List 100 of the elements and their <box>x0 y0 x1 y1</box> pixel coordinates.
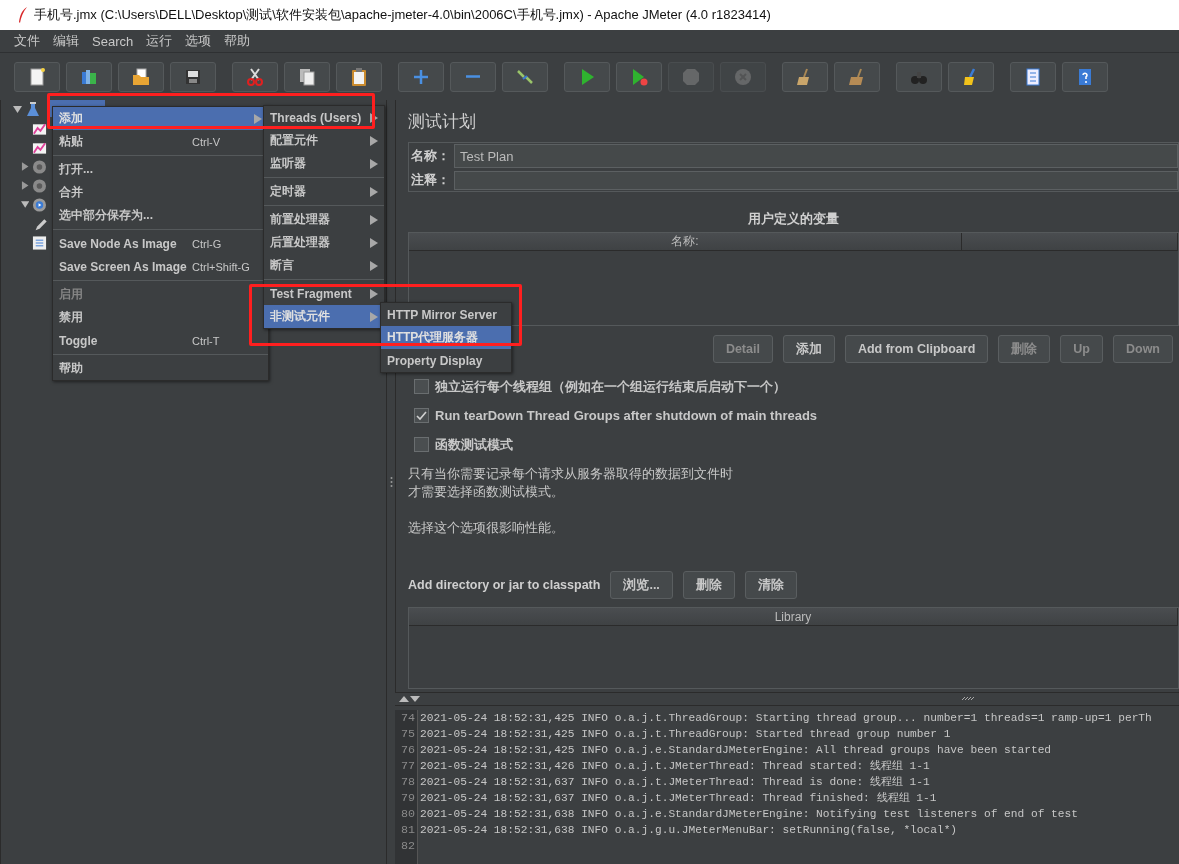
line-number: 79 <box>400 790 415 806</box>
log-line: 2021-05-24 18:52:31,425 INFO o.a.j.t.ThreadGroup: Starting thread group... number=1 threads=1 ramp-up=1 perTh <box>420 711 1153 726</box>
toolbar-button[interactable] <box>66 61 112 92</box>
action-button[interactable]: 浏览... <box>610 571 673 599</box>
menu-item[interactable]: HTTP代理服务器 <box>381 326 511 349</box>
shortcut-label: Ctrl+Shift-G <box>192 260 250 273</box>
field-label: 名称： <box>411 147 450 166</box>
toolbar-button[interactable] <box>284 61 330 92</box>
toolbar-button[interactable] <box>1010 61 1056 92</box>
checkbox-label: 独立运行每个线程组（例如在一个组运行结束后启动下一个） <box>435 377 786 396</box>
submenu-arrow-icon <box>370 312 378 322</box>
clipboard-icon <box>349 66 369 87</box>
action-button[interactable]: 清除 <box>744 571 797 599</box>
log-line: 2021-05-24 18:52:31,638 INFO o.a.j.e.StandardJMeterEngine: Notifying test listeners of end of test <box>420 807 1079 822</box>
menu-bar-item[interactable]: Search <box>86 33 140 49</box>
toolbar-button[interactable] <box>948 61 994 92</box>
menu-bar-item[interactable]: 运行 <box>140 32 179 50</box>
menu-item[interactable]: 定时器 <box>264 180 384 203</box>
log-line: 2021-05-24 18:52:31,637 INFO o.a.j.t.JMeterThread: Thread finished: 线程组 1-1 <box>420 791 938 806</box>
collapse-arrows-icon[interactable] <box>399 695 421 703</box>
folder-icon <box>131 66 151 87</box>
menu-item[interactable]: 后置处理器 <box>264 231 384 254</box>
submenu-arrow-icon <box>370 159 378 169</box>
toolbar-button[interactable] <box>118 61 164 92</box>
submenu-arrow-icon <box>370 113 378 123</box>
submenu-arrow-icon <box>370 238 378 248</box>
log-line: 2021-05-24 18:52:31,637 INFO o.a.j.t.JMeterThread: Thread is done: 线程组 1-1 <box>420 775 931 790</box>
column-header[interactable]: Library <box>409 608 1178 625</box>
line-number: 74 <box>400 710 415 726</box>
expand-triangle-icon[interactable] <box>20 181 30 190</box>
submenu-arrow-icon <box>370 261 378 271</box>
toolbar-button[interactable] <box>336 61 382 92</box>
menu-item[interactable]: 前置处理器 <box>264 208 384 231</box>
line-number: 80 <box>400 806 415 822</box>
scissors-icon <box>245 66 265 87</box>
divider-grip-icon[interactable] <box>961 696 975 701</box>
gear-icon <box>32 196 47 213</box>
toolbar-button[interactable] <box>232 61 278 92</box>
minus-icon <box>466 75 480 78</box>
line-number: 78 <box>400 774 415 790</box>
menu-item[interactable]: HTTP Mirror Server <box>381 303 511 326</box>
classpath-label: Add directory or jar to classpath <box>408 578 601 592</box>
toolbar-button[interactable] <box>782 61 828 92</box>
toolbar-button[interactable] <box>502 61 548 92</box>
checkbox-label: Run tearDown Thread Groups after shutdown of main threads <box>435 408 818 423</box>
gear-icon <box>32 158 47 175</box>
menu-item[interactable]: Test Fragment <box>264 282 384 305</box>
line-number: 77 <box>400 758 415 774</box>
submenu-arrow-icon <box>370 289 378 299</box>
checkbox[interactable] <box>414 437 429 452</box>
toolbar-button[interactable] <box>170 61 216 92</box>
document-icon <box>27 66 47 87</box>
help-text: 选择这个选项很影响性能。 <box>408 520 565 537</box>
shortcut-label: Ctrl-T <box>192 334 220 347</box>
table-icon <box>32 234 47 251</box>
flask-icon <box>25 101 41 118</box>
menu-item[interactable]: 帮助 <box>53 357 268 380</box>
menu-bar-item[interactable]: 帮助 <box>218 32 257 50</box>
line-number: 82 <box>400 838 415 854</box>
field-label: 注释： <box>411 171 450 190</box>
section-title: 用户定义的变量 <box>747 210 840 228</box>
action-button[interactable]: 添加 <box>782 335 835 363</box>
toolbar-button[interactable] <box>14 61 60 92</box>
menu-bar-item[interactable]: 编辑 <box>47 32 85 50</box>
log-line: 2021-05-24 18:52:31,638 INFO o.a.j.g.u.JMeterMenuBar: setRunning(false, *local*) <box>420 823 959 838</box>
line-number: 81 <box>400 822 415 838</box>
collapse-triangle-icon[interactable] <box>20 200 30 209</box>
window-title: 手机号.jmx (C:\Users\DELL\Desktop\测试\软件安装包\apache-jmeter-4.0\bin\2006C\手机号.jmx) - Apache JMeter (4.0 r1823414) <box>34 6 771 24</box>
help-text: 才需要选择函数测试模式。 <box>408 484 565 501</box>
menu-item[interactable]: Toggle Ctrl-T <box>53 329 268 352</box>
line-number: 75 <box>400 726 415 742</box>
feather-icon <box>18 7 28 23</box>
help-text: 只有当你需要记录每个请求从服务器取得的数据到文件时 <box>408 466 734 483</box>
checkbox[interactable] <box>414 408 429 423</box>
line-number: 76 <box>400 742 415 758</box>
menu-item[interactable]: 断言 <box>264 254 384 277</box>
action-button[interactable]: 删除 <box>682 571 735 599</box>
menu-item[interactable]: 监听器 <box>264 152 384 175</box>
action-button[interactable]: Add from Clipboard <box>844 335 989 363</box>
expand-triangle-icon[interactable] <box>20 162 30 171</box>
list-icon <box>1023 66 1043 87</box>
menu-item[interactable]: Property Display <box>381 349 511 372</box>
stop-sign-icon <box>681 66 701 87</box>
name-field[interactable]: Test Plan <box>454 144 1178 169</box>
splitter-grip-icon[interactable] <box>389 476 393 488</box>
submenu-arrow-icon <box>370 215 378 225</box>
log-line: 2021-05-24 18:52:31,426 INFO o.a.j.t.JMeterThread: Thread started: 线程组 1-1 <box>420 759 931 774</box>
submenu-arrow-icon <box>254 114 262 124</box>
checkbox[interactable] <box>414 379 429 394</box>
menu-item[interactable]: 配置元件 <box>264 129 384 152</box>
log-line: 2021-05-24 18:52:31,425 INFO o.a.j.t.ThreadGroup: Started thread group number 1 <box>420 727 952 742</box>
comment-field[interactable] <box>454 170 1178 190</box>
checkbox-label: 函数测试模式 <box>435 435 513 454</box>
collapse-triangle-icon[interactable] <box>13 105 22 114</box>
gear-icon <box>32 177 47 194</box>
shortcut-label: Ctrl-G <box>192 237 222 250</box>
panel-title: 测试计划 <box>408 110 477 133</box>
submenu-arrow-icon <box>370 136 378 146</box>
menu-bar-item[interactable]: 选项 <box>179 32 218 50</box>
menu-bar-item[interactable]: 文件 <box>8 32 46 50</box>
